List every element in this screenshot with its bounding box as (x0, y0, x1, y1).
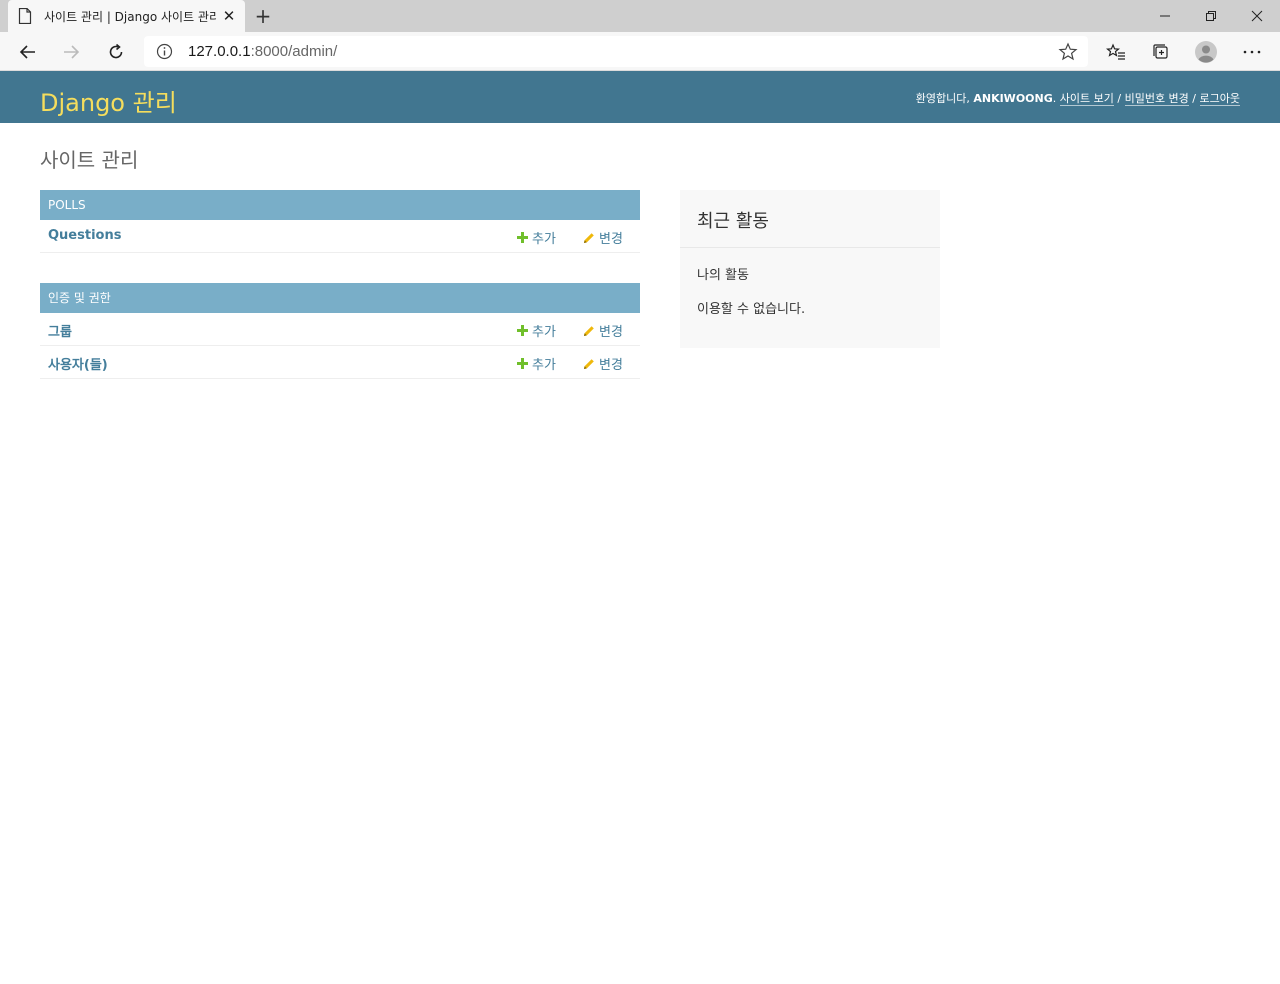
recent-actions-panel: 최근 활동 나의 활동 이용할 수 없습니다. (680, 190, 940, 348)
model-row-groups: 그룹 추가 변경 (40, 313, 640, 346)
info-icon[interactable] (156, 43, 173, 60)
welcome-text: 환영합니다, (915, 92, 970, 105)
browser-tab-bar: 사이트 관리 | Django 사이트 관리 ✕ + (0, 0, 1280, 32)
site-brand[interactable]: Django 관리 (40, 83, 177, 118)
url-path: :8000/admin/ (250, 43, 338, 60)
change-questions-link[interactable]: 변경 (583, 228, 623, 247)
separator: / (1192, 92, 1197, 105)
pencil-icon (584, 325, 594, 336)
change-groups-link[interactable]: 변경 (583, 321, 623, 340)
model-link-users[interactable]: 사용자(들) (48, 354, 108, 373)
logout-link[interactable]: 로그아웃 (1199, 92, 1240, 106)
module-caption[interactable]: POLLS (40, 190, 640, 220)
add-questions-link[interactable]: 추가 (517, 228, 556, 247)
change-password-link[interactable]: 비밀번호 변경 (1124, 92, 1189, 106)
change-users-link[interactable]: 변경 (583, 354, 623, 373)
recent-actions-title: 최근 활동 (697, 211, 769, 232)
my-actions-heading: 나의 활동 (697, 268, 749, 283)
new-tab-icon[interactable]: + (253, 5, 273, 27)
minimize-icon[interactable] (1142, 0, 1188, 32)
add-groups-link[interactable]: 추가 (517, 321, 556, 340)
change-label: 변경 (599, 325, 623, 340)
app-module-auth: 인증 및 권한 그룹 추가 변경 사용자(들) 추가 변경 (40, 283, 640, 379)
divider (680, 247, 940, 248)
close-tab-icon[interactable]: ✕ (221, 7, 237, 25)
model-link-questions[interactable]: Questions (48, 228, 121, 243)
change-label: 변경 (599, 232, 623, 247)
model-link-groups[interactable]: 그룹 (48, 321, 72, 340)
page-icon (18, 8, 32, 24)
back-icon[interactable] (15, 39, 41, 65)
pencil-icon (584, 232, 594, 243)
collections-icon[interactable] (1148, 39, 1174, 65)
forward-icon[interactable] (58, 39, 84, 65)
plus-icon (517, 325, 528, 336)
url-text[interactable]: 127.0.0.1:8000/admin/ (188, 43, 337, 60)
browser-toolbar: 127.0.0.1:8000/admin/ (0, 32, 1280, 71)
add-label: 추가 (532, 325, 556, 340)
username: ANKIWOONG (973, 92, 1053, 105)
window-close-icon[interactable] (1234, 0, 1280, 32)
pencil-icon (584, 358, 594, 369)
tab-title: 사이트 관리 | Django 사이트 관리 (44, 9, 216, 24)
app-module-polls: POLLS Questions 추가 변경 (40, 190, 640, 253)
no-actions-text: 이용할 수 없습니다. (697, 302, 806, 317)
model-row-questions: Questions 추가 변경 (40, 220, 640, 253)
add-label: 추가 (532, 232, 556, 247)
page-title: 사이트 관리 (40, 148, 139, 172)
module-caption[interactable]: 인증 및 권한 (40, 283, 640, 313)
add-label: 추가 (532, 358, 556, 373)
separator: / (1117, 92, 1122, 105)
add-users-link[interactable]: 추가 (517, 354, 556, 373)
profile-avatar-icon[interactable] (1193, 39, 1219, 65)
more-menu-icon[interactable] (1239, 39, 1265, 65)
browser-tab[interactable]: 사이트 관리 | Django 사이트 관리 ✕ (8, 0, 245, 32)
favorites-list-icon[interactable] (1103, 39, 1129, 65)
restore-icon[interactable] (1188, 0, 1234, 32)
plus-icon (517, 232, 528, 243)
url-host: 127.0.0.1 (188, 43, 251, 60)
model-row-users: 사용자(들) 추가 변경 (40, 346, 640, 379)
address-bar[interactable]: 127.0.0.1:8000/admin/ (144, 36, 1088, 67)
reload-icon[interactable] (103, 39, 129, 65)
favorite-star-icon[interactable] (1058, 42, 1078, 62)
view-site-link[interactable]: 사이트 보기 (1059, 92, 1114, 106)
user-tools: 환영합니다, ANKIWOONG. 사이트 보기 / 비밀번호 변경 / 로그아… (915, 92, 1240, 106)
admin-header: Django 관리 환영합니다, ANKIWOONG. 사이트 보기 / 비밀번… (0, 71, 1280, 123)
change-label: 변경 (599, 358, 623, 373)
plus-icon (517, 358, 528, 369)
